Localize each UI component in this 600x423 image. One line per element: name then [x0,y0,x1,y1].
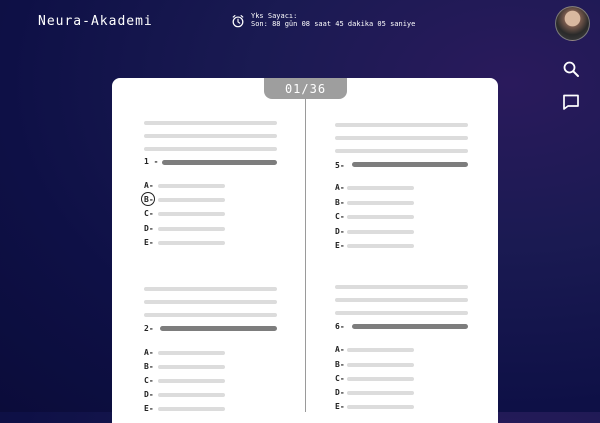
user-avatar[interactable] [555,6,590,41]
choice-text[interactable] [158,227,225,231]
choice-text[interactable] [158,212,225,216]
choice-text[interactable] [158,198,225,202]
choice-text[interactable] [158,393,225,397]
choice-label[interactable]: C- [144,209,154,218]
countdown-remaining: Son: 88 gün 08 saat 45 dakika 05 saniye [251,20,416,28]
chat-icon[interactable] [562,93,580,111]
choice-label[interactable]: B- [335,360,345,369]
choice-text[interactable] [347,391,414,395]
choice-label[interactable]: D- [335,227,345,236]
choice-label[interactable]: B- [144,362,154,371]
choice-text[interactable] [347,201,414,205]
passage-line [335,285,468,289]
passage-line [144,287,277,291]
top-bar: Neura-Akademi Yks Sayacı: Son: 88 gün 08… [0,0,600,52]
brand-logo[interactable]: Neura-Akademi [38,14,153,29]
choice-label[interactable]: A- [335,345,345,354]
passage-line [335,149,468,153]
choice-label[interactable]: D- [144,390,154,399]
passage-line [335,136,468,140]
choice-label[interactable]: C- [144,376,154,385]
choice-label[interactable]: E- [335,241,345,250]
passage-line [144,121,277,125]
question-number: 2- [144,324,154,333]
choice-text[interactable] [158,365,225,369]
search-icon[interactable] [562,60,580,78]
choice-label[interactable]: A- [335,183,345,192]
passage-line [335,298,468,302]
choice-label[interactable]: B- [335,198,345,207]
passage-line [335,123,468,127]
choice-label[interactable]: C- [335,212,345,221]
question-number: 5- [335,161,345,170]
choice-label[interactable]: B- [144,195,154,204]
choice-label[interactable]: E- [335,402,345,411]
question-text [352,162,468,167]
choice-text[interactable] [347,244,414,248]
choice-text[interactable] [158,241,225,245]
choice-label[interactable]: C- [335,374,345,383]
passage-line [144,147,277,151]
passage-line [144,300,277,304]
passage-line [144,134,277,138]
choice-label[interactable]: A- [144,348,154,357]
choice-text[interactable] [347,186,414,190]
choice-text[interactable] [347,377,414,381]
choice-label[interactable]: E- [144,238,154,247]
choice-text[interactable] [158,407,225,411]
question-text [162,160,277,165]
choice-text[interactable] [158,184,225,188]
page-counter: 01/36 [264,78,347,99]
choice-text[interactable] [347,363,414,367]
passage-line [144,313,277,317]
question-text [352,324,468,329]
choice-text[interactable] [158,351,225,355]
app-frame: Neura-Akademi Yks Sayacı: Son: 88 gün 08… [0,0,600,423]
alarm-clock-icon [232,15,244,28]
question-number: 1 - [144,157,159,166]
choice-text[interactable] [158,379,225,383]
question-number: 6- [335,322,345,331]
exam-countdown: Yks Sayacı: Son: 88 gün 08 saat 45 dakik… [231,12,415,28]
choice-text[interactable] [347,405,414,409]
choice-label[interactable]: A- [144,181,154,190]
choice-label[interactable]: D- [335,388,345,397]
countdown-title: Yks Sayacı: [251,12,298,20]
choice-text[interactable] [347,230,414,234]
choice-text[interactable] [347,348,414,352]
passage-line [335,311,468,315]
question-text [160,326,277,331]
choice-text[interactable] [347,215,414,219]
page-divider [305,96,306,412]
choice-label[interactable]: D- [144,224,154,233]
